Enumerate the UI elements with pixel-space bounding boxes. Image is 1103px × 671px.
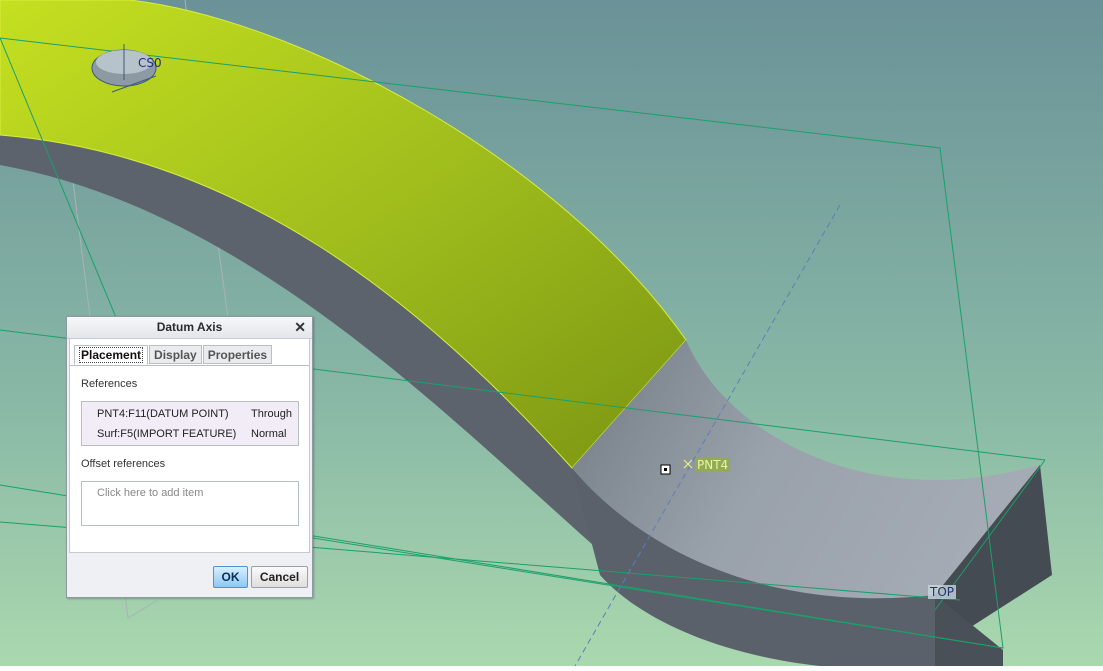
references-label: References — [81, 378, 138, 390]
dialog-title: Datum Axis — [156, 320, 223, 334]
top-plane-label[interactable]: TOP — [928, 585, 957, 599]
reference-name: PNT4:F11(DATUM POINT) — [97, 408, 229, 420]
reference-row[interactable]: Surf:F5(IMPORT FEATURE) Normal — [82, 424, 298, 444]
dialog-titlebar[interactable]: Datum Axis ✕ — [67, 317, 312, 339]
offset-references-label: Offset references — [81, 458, 166, 470]
tab-divider — [70, 365, 309, 366]
reference-type-dropdown[interactable]: Normal — [251, 424, 286, 444]
csys-label[interactable]: CS0 — [136, 56, 164, 70]
pnt4-label[interactable]: PNT4 — [695, 458, 731, 472]
close-icon[interactable]: ✕ — [294, 317, 306, 338]
reference-name: Surf:F5(IMPORT FEATURE) — [97, 428, 237, 440]
datum-axis-dialog: Datum Axis ✕ Placement Display Propertie… — [66, 316, 313, 598]
ok-button[interactable]: OK — [213, 566, 248, 588]
tab-bar: Placement Display Properties — [74, 345, 273, 365]
tab-properties[interactable]: Properties — [202, 345, 273, 364]
references-list[interactable]: PNT4:F11(DATUM POINT) Through Surf:F5(IM… — [81, 401, 299, 446]
tab-placement[interactable]: Placement — [74, 345, 149, 365]
tab-display[interactable]: Display — [149, 345, 202, 364]
reference-type-dropdown[interactable]: Through — [251, 404, 292, 424]
cancel-button[interactable]: Cancel — [251, 566, 308, 588]
tab-placement-label: Placement — [79, 347, 144, 363]
offset-references-list[interactable]: Click here to add item — [81, 481, 299, 526]
tab-properties-label: Properties — [207, 348, 268, 362]
dialog-body: Placement Display Properties References … — [69, 339, 310, 553]
tab-display-label: Display — [154, 348, 197, 362]
offset-placeholder: Click here to add item — [97, 487, 204, 499]
reference-row[interactable]: PNT4:F11(DATUM POINT) Through — [82, 404, 298, 424]
